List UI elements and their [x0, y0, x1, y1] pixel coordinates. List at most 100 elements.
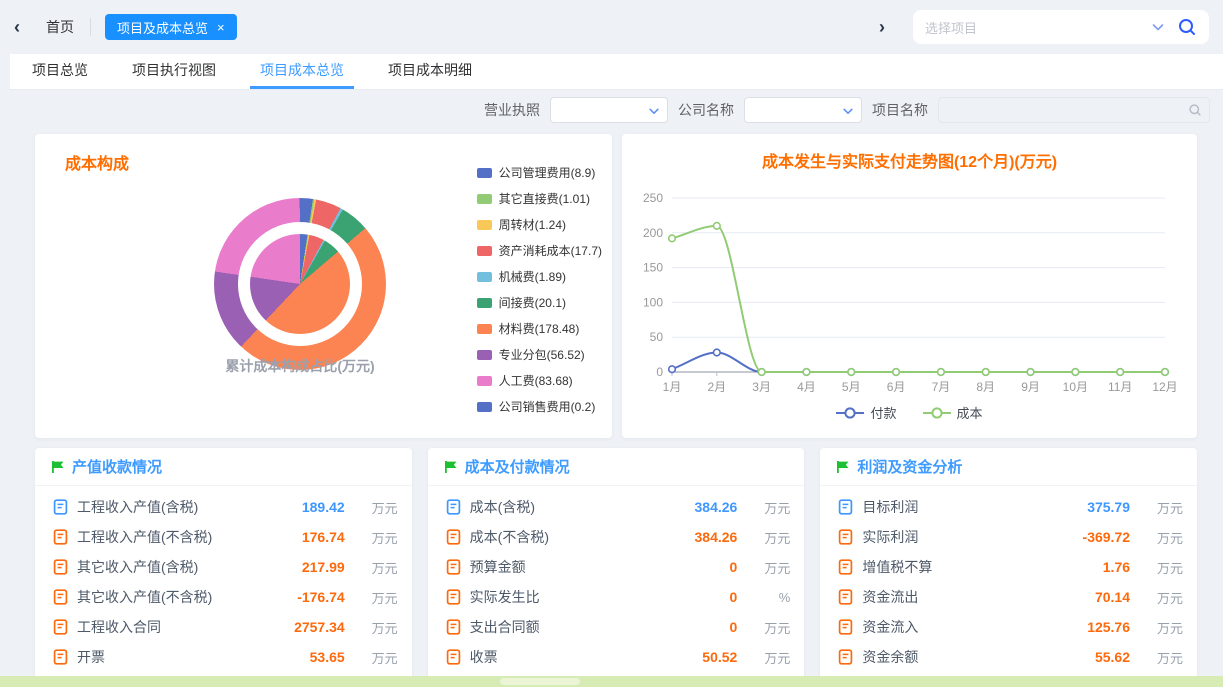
card-header: 成本及付款情况 — [428, 448, 805, 486]
open-tab-label: 项目及成本总览 — [117, 18, 208, 37]
scrollbar-thumb[interactable] — [500, 678, 580, 685]
document-icon — [838, 649, 853, 665]
metric-value: 217.99 — [273, 559, 345, 575]
metric-unit: 万元 — [354, 648, 398, 667]
card-header: 产值收款情况 — [35, 448, 412, 486]
document-icon — [838, 619, 853, 635]
metric-value: 70.14 — [1058, 589, 1130, 605]
metric-unit: % — [746, 590, 790, 605]
metric-label: 成本(不含税) — [470, 527, 657, 547]
home-link[interactable]: 首页 — [46, 17, 74, 37]
document-icon — [838, 499, 853, 515]
metric-label: 成本(含税) — [470, 497, 657, 517]
chevron-down-icon[interactable] — [1151, 20, 1165, 34]
svg-text:8月: 8月 — [976, 380, 995, 394]
document-icon — [446, 499, 461, 515]
metric-value: 2757.34 — [273, 619, 345, 635]
metric-unit: 万元 — [746, 498, 790, 517]
metric-label: 资金流入 — [862, 617, 1049, 637]
trend-line-chart: 0501001502002501月2月3月4月5月6月7月8月9月10月11月1… — [622, 178, 1197, 406]
metric-row: 成本(含税) 384.26 万元 — [446, 492, 791, 522]
trend-legend-item[interactable]: 付款 — [836, 403, 896, 422]
metric-row: 工程收入产值(含税) 189.42 万元 — [53, 492, 398, 522]
metric-unit: 万元 — [746, 528, 790, 547]
svg-text:3月: 3月 — [752, 380, 771, 394]
open-tab-pill[interactable]: 项目及成本总览 × — [105, 14, 237, 40]
metric-label: 资金余额 — [862, 647, 1049, 667]
chevron-down-icon — [648, 105, 660, 117]
legend-label: 材料费(178.48) — [499, 320, 580, 337]
metric-value: 0 — [665, 559, 737, 575]
legend-swatch — [477, 402, 492, 412]
trend-title: 成本发生与实际支付走势图(12个月)(万元) — [622, 148, 1197, 172]
legend-marker-icon — [923, 407, 951, 419]
metric-unit: 万元 — [354, 558, 398, 577]
trend-legend: 付款 成本 — [622, 403, 1197, 422]
metric-value: 0 — [665, 589, 737, 605]
trend-panel: 成本发生与实际支付走势图(12个月)(万元) 0501001502002501月… — [622, 134, 1197, 438]
metric-label: 增值税不算 — [862, 557, 1049, 577]
svg-text:50: 50 — [650, 330, 664, 344]
company-select[interactable] — [744, 97, 862, 123]
company-label: 公司名称 — [678, 100, 734, 120]
flag-icon — [836, 460, 850, 474]
dashboard-page: ‹ 首页 项目及成本总览 × › 选择项目 项目总览 项目执行视图 项目成本总览… — [0, 0, 1223, 687]
document-icon — [446, 559, 461, 575]
metric-row: 实际发生比 0 % — [446, 582, 791, 612]
close-icon[interactable]: × — [217, 21, 225, 34]
tab-project-cost-detail[interactable]: 项目成本明细 — [378, 54, 482, 89]
pie-legend-item[interactable]: 机械费(1.89) — [477, 268, 602, 285]
license-label: 营业执照 — [484, 100, 540, 120]
metric-unit: 万元 — [1139, 648, 1183, 667]
back-chevron-icon[interactable]: ‹ — [14, 18, 20, 36]
svg-text:12月: 12月 — [1152, 380, 1177, 394]
tab-project-cost-overview[interactable]: 项目成本总览 — [250, 54, 354, 89]
tab-project-overview[interactable]: 项目总览 — [22, 54, 98, 89]
metric-label: 支出合同额 — [470, 617, 657, 637]
license-select[interactable] — [550, 97, 668, 123]
metric-row: 资金流入 125.76 万元 — [838, 612, 1183, 642]
legend-label: 付款 — [870, 403, 896, 422]
project-name-input[interactable] — [938, 97, 1210, 123]
metric-row: 其它收入产值(不含税) -176.74 万元 — [53, 582, 398, 612]
project-name-label: 项目名称 — [872, 100, 928, 120]
metric-label: 目标利润 — [862, 497, 1049, 517]
trend-legend-item[interactable]: 成本 — [923, 403, 983, 422]
metric-label: 其它收入产值(不含税) — [77, 587, 264, 607]
pie-legend-item[interactable]: 间接费(20.1) — [477, 294, 602, 311]
legend-label: 成本 — [957, 403, 983, 422]
metric-value: 384.26 — [665, 499, 737, 515]
project-select[interactable]: 选择项目 — [913, 10, 1209, 44]
tab-project-execution[interactable]: 项目执行视图 — [122, 54, 226, 89]
pie-legend-item[interactable]: 公司管理费用(8.9) — [477, 164, 602, 181]
document-icon — [838, 559, 853, 575]
metric-row: 资金余额 55.62 万元 — [838, 642, 1183, 672]
forward-chevron-icon[interactable]: › — [879, 18, 885, 36]
search-icon[interactable] — [1177, 17, 1197, 37]
flag-icon — [444, 460, 458, 474]
svg-text:200: 200 — [643, 226, 663, 240]
legend-label: 其它直接费(1.01) — [499, 190, 590, 207]
legend-marker-icon — [836, 407, 864, 419]
svg-text:250: 250 — [643, 191, 663, 205]
legend-swatch — [477, 246, 492, 256]
metric-unit: 万元 — [1139, 588, 1183, 607]
metric-unit: 万元 — [1139, 618, 1183, 637]
document-icon — [53, 649, 68, 665]
pie-legend-item[interactable]: 周转材(1.24) — [477, 216, 602, 233]
metric-row: 增值税不算 1.76 万元 — [838, 552, 1183, 582]
metric-value: 125.76 — [1058, 619, 1130, 635]
view-tabs: 项目总览 项目执行视图 项目成本总览 项目成本明细 — [10, 54, 1223, 90]
legend-swatch — [477, 272, 492, 282]
horizontal-scrollbar[interactable] — [0, 676, 1223, 687]
svg-text:11月: 11月 — [1108, 380, 1132, 394]
pie-legend-item[interactable]: 公司销售费用(0.2) — [477, 398, 602, 415]
pie-legend-item[interactable]: 其它直接费(1.01) — [477, 190, 602, 207]
metric-label: 实际发生比 — [470, 587, 657, 607]
pie-legend-item[interactable]: 材料费(178.48) — [477, 320, 602, 337]
metric-label: 工程收入产值(不含税) — [77, 527, 264, 547]
metric-value: 55.62 — [1058, 649, 1130, 665]
pie-legend-item[interactable]: 资产消耗成本(17.7) — [477, 242, 602, 259]
document-icon — [838, 589, 853, 605]
metric-unit: 万元 — [746, 558, 790, 577]
